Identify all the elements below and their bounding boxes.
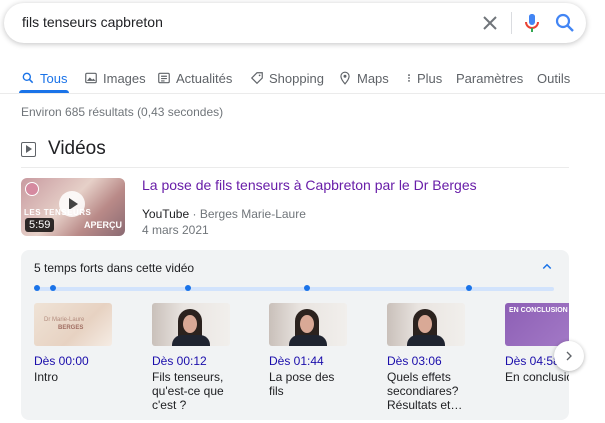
moment-time: Dès 01:44 [269,354,324,368]
video-duration: 5:59 [25,218,55,232]
search-tabs: Tous Images Actualités Shopping Maps Plu… [0,60,605,93]
tab-shopping[interactable]: Shopping [250,67,324,89]
moment-time: Dès 00:12 [152,354,207,368]
preview-badge: APERÇU [83,220,122,230]
video-play-icon [21,141,36,157]
channel-avatar [25,182,39,196]
source-separator: · [192,207,197,221]
person-body [172,335,210,346]
key-moment[interactable]: Dès 03:06 Quels effets secondiares? Résu… [387,303,467,412]
video-thumbnail[interactable]: LES TENSEURS 5:59 APERÇU [21,178,125,236]
moment-thumbnail[interactable]: EN CONCLUSION [505,303,569,346]
tab-tous[interactable]: Tous [21,67,67,89]
person-face [300,315,314,333]
moment-label: La pose des fils [269,370,335,398]
clear-icon[interactable] [478,11,502,35]
key-moments-header: 5 temps forts dans cette vidéo [34,261,195,275]
section-divider [21,167,569,168]
mic-icon[interactable] [520,11,544,35]
search-box[interactable]: fils tenseurs capbreton [4,3,586,43]
timeline-marker[interactable] [50,285,56,291]
tab-label: Shopping [269,70,324,86]
image-icon [85,72,97,84]
news-icon [158,72,170,84]
moment-time: Dès 00:00 [34,354,89,368]
tab-maps[interactable]: Maps [338,67,389,89]
tab-label: Actualités [176,70,233,86]
more-vert-icon [408,74,410,82]
tab-label: Paramètres [456,70,524,86]
moment-label: Fils tenseurs, qu'est-ce que c'est ? [152,370,224,412]
videos-section-title: Vidéos [48,138,106,159]
timeline-marker[interactable] [34,285,40,291]
video-date: 4 mars 2021 [142,223,209,237]
tab-images[interactable]: Images [84,67,146,89]
key-moment[interactable]: Dès 01:44 La pose des fils [269,303,349,398]
video-channel: Berges Marie-Laure [199,207,306,221]
tab-outils[interactable]: Outils [537,67,570,89]
thumbnail-brand-text: LES TENSEURS [24,208,92,217]
searchbox-divider [511,12,512,34]
video-result-title[interactable]: La pose de fils tenseurs à Capbreton par… [142,177,477,193]
next-moments-button[interactable] [554,341,584,371]
moment-thumbnail[interactable] [152,303,230,346]
search-icon[interactable] [553,11,577,35]
moment-time: Dès 03:06 [387,354,442,368]
tab-label: Tous [40,70,68,86]
thumbnail-text: BERGES [58,325,84,331]
videos-section-header: Vidéos [21,138,106,160]
moment-label: Intro [34,370,59,384]
search-icon [22,72,34,84]
moment-thumbnail[interactable] [269,303,347,346]
moment-label: En conclusion [505,370,569,384]
timeline-marker[interactable] [185,285,191,291]
chevron-up-icon[interactable] [538,258,556,276]
video-platform: YouTube [142,207,190,221]
thumbnail-text: Dr Marie-Laure [44,317,85,323]
person-body [407,335,445,346]
tab-label: Outils [537,70,571,86]
tabs-divider [0,93,605,94]
moments-timeline[interactable] [37,287,554,291]
key-moment[interactable]: Dès 00:12 Fils tenseurs, qu'est-ce que c… [152,303,232,412]
person-body [289,335,327,346]
tab-label: Images [103,70,146,86]
thumbnail-text: EN CONCLUSION [509,307,568,314]
timeline-marker[interactable] [466,285,472,291]
tab-actualites[interactable]: Actualités [157,67,232,89]
tag-icon [250,72,263,85]
person-face [183,315,197,333]
tab-parametres[interactable]: Paramètres [456,67,523,89]
moment-thumbnail[interactable] [387,303,465,346]
tab-plus[interactable]: Plus [404,67,442,89]
tab-label: Maps [357,70,389,86]
moment-label: Quels effets secondiares? Résultats et… [387,370,463,412]
moment-thumbnail[interactable]: Dr Marie-Laure BERGES [34,303,112,346]
timeline-marker[interactable] [304,285,310,291]
map-pin-icon [340,71,350,85]
chevron-right-icon [566,351,572,361]
key-moment[interactable]: Dr Marie-Laure BERGES Dès 00:00 Intro [34,303,114,384]
tab-label: Plus [417,70,443,86]
search-input[interactable]: fils tenseurs capbreton [22,14,163,30]
result-stats: Environ 685 résultats (0,43 secondes) [21,105,224,119]
video-source: YouTube · Berges Marie-Laure [142,207,306,221]
key-moments-panel: 5 temps forts dans cette vidéo Dr Marie-… [21,250,569,420]
person-face [418,315,432,333]
